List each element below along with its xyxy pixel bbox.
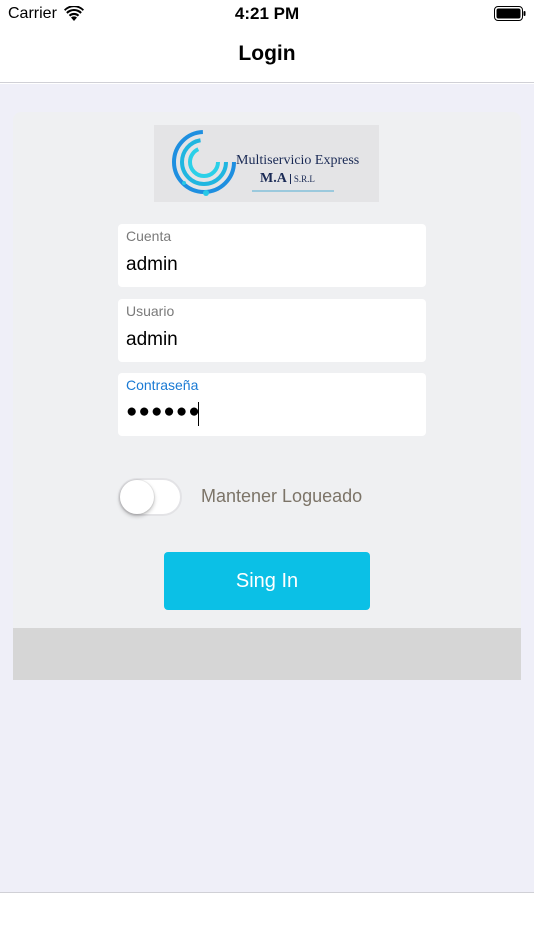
- logo-srl-text: S.R.L: [289, 174, 315, 184]
- password-label: Contraseña: [126, 377, 199, 393]
- password-field[interactable]: Contraseña ●●●●●●: [118, 373, 426, 436]
- cuenta-field[interactable]: Cuenta: [118, 224, 426, 287]
- card-footer: [13, 628, 521, 680]
- usuario-field[interactable]: Usuario: [118, 299, 426, 362]
- toggle-knob[interactable]: [120, 480, 154, 514]
- cuenta-label: Cuenta: [126, 228, 172, 244]
- battery-icon: [494, 6, 526, 21]
- password-input[interactable]: ●●●●●●: [126, 401, 201, 427]
- login-card: Multiservicio Express M.AS.R.L Cuenta Us…: [13, 112, 521, 628]
- status-time: 4:21 PM: [234, 4, 300, 23]
- logo-subtext: M.A S.R.L: [260, 171, 315, 187]
- usuario-label: Usuario: [126, 303, 175, 319]
- remember-toggle[interactable]: [118, 478, 182, 516]
- text-caret: [198, 402, 199, 426]
- logo-text: Multiservicio Express: [236, 153, 360, 168]
- status-bar: Carrier 4:21 PM: [0, 0, 534, 28]
- logo-ma-text: M.A: [260, 171, 287, 186]
- bottom-bar: [0, 892, 534, 950]
- usuario-input[interactable]: [126, 327, 416, 353]
- sign-in-button[interactable]: Sing In: [164, 552, 370, 610]
- cuenta-input[interactable]: [126, 252, 416, 278]
- company-logo: Multiservicio Express M.A S.R.L: [154, 125, 379, 202]
- main-content: Multiservicio Express M.AS.R.L Cuenta Us…: [0, 84, 534, 892]
- page-title: Login: [238, 42, 296, 65]
- navigation-bar: Login: [0, 28, 534, 83]
- remember-label: Mantener Logueado: [201, 486, 363, 506]
